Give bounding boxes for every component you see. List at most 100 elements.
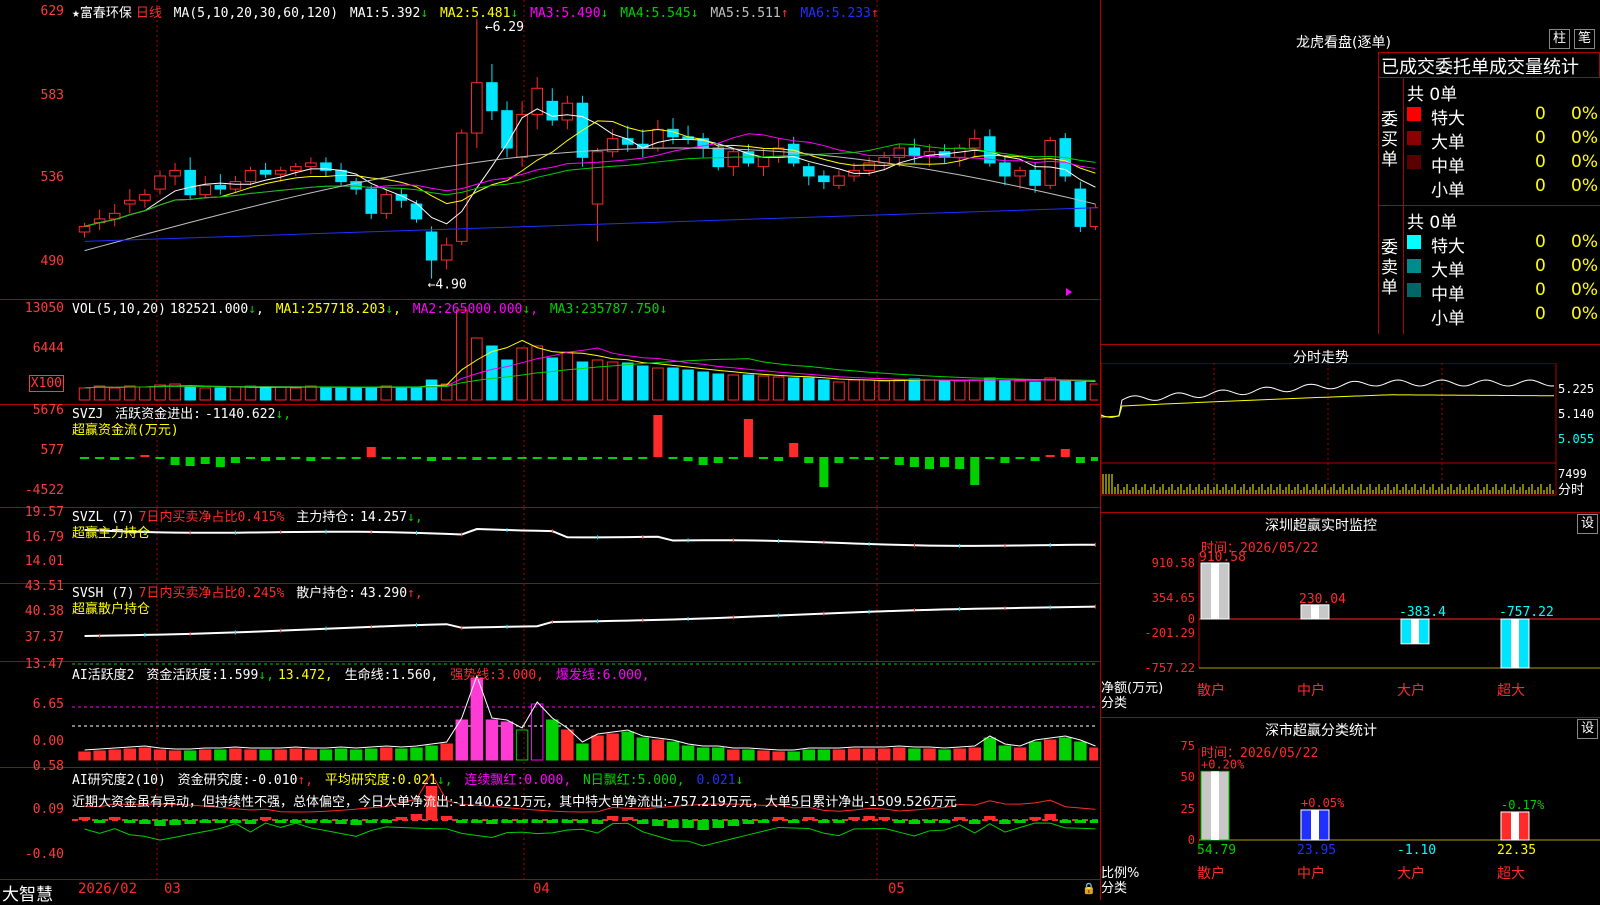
candle-body-8 (199, 184, 212, 196)
vol-bar-25 (455, 309, 468, 401)
svzj-panel[interactable]: 5676 577 -4522 SVZJ 活跃资金进出: -1140.622↓, 超赢资… (0, 403, 1100, 508)
vol-bar-18 (350, 387, 362, 401)
ai2-bar-2 (108, 817, 121, 820)
ai2-bar-1 (93, 820, 106, 823)
ai1-bar-26 (470, 677, 484, 761)
kline-chart[interactable]: ←6.29 ←4.90 (72, 0, 1102, 299)
kline-panel[interactable]: 629 583 536 490 ←6.29 ←4.90 ★富春环保 日线 MA(5,10,… (0, 0, 1102, 300)
candle-body-26 (471, 82, 483, 134)
svzj-bar-20 (381, 457, 391, 459)
candle-body-34 (591, 151, 604, 205)
ss-stat-panel[interactable]: 深市超赢分类统计 设 时间：2026/05/22 75 50 25 0 +0.20% 54… (1101, 718, 1600, 900)
svzj-bar-3 (125, 457, 135, 459)
buy-row-1: 大单 0 0% (1407, 128, 1598, 153)
ma-label: MA(5,10,20,30,60,120) (173, 6, 339, 21)
sz-cat-label-1: 中户 (1297, 682, 1325, 699)
ai1-bar-8 (199, 749, 212, 761)
svzj-bar-2 (110, 457, 120, 460)
ss-stat-chart[interactable]: 75 50 25 0 +0.20% 54.79 散户 +0.05% 23.95 中户 -1.10 大户… (1101, 718, 1600, 900)
vol-bar-53 (878, 380, 891, 401)
ai-activity-panel[interactable]: 13.47 6.65 0.00 AI活跃度2 资金活跃度:1.599↓, 13.472… (0, 657, 1102, 768)
sell-row-value-3: 0 (1535, 304, 1546, 324)
ai1-bar-5 (153, 749, 167, 761)
sell-row-pct-0: 0% (1571, 232, 1598, 252)
vol-bar-54 (893, 379, 906, 401)
ai1-bar-58 (953, 748, 966, 761)
ma6-value: MA6:5.233↑ (800, 6, 879, 21)
period-label[interactable]: 日线 (136, 6, 162, 21)
lock-icon[interactable]: 🔒 (1082, 882, 1096, 895)
vol-bar-56 (923, 379, 936, 401)
stock-name[interactable]: ★富春环保 (72, 6, 132, 21)
ai-research-panel[interactable]: 0.58 0.09 -0.40 AI研究度2(10) 资金研究度:-0.010↑, … (0, 759, 1102, 880)
ai1-bar-2 (108, 749, 121, 761)
ai1-bar-42 (712, 747, 725, 761)
buy-row-value-0: 0 (1535, 104, 1546, 124)
ai2-bar-58 (953, 817, 966, 820)
x-label-3: 05 (888, 881, 905, 897)
ma5-value: MA5:5.511↑ (710, 6, 789, 21)
ai1-bar-6 (168, 750, 182, 761)
candle-body-4 (139, 194, 151, 201)
sell-swatch-3 (1407, 307, 1421, 321)
ai2-bar-56 (923, 820, 936, 823)
ai1-bar-32 (561, 729, 574, 761)
svsh-panel[interactable]: 43.51 40.38 37.37 SVSH (7) 7日内买卖净占比0.245% 散… (0, 579, 1100, 662)
intraday-chart[interactable]: 5.225 5.140 5.055 7499 分时 (1101, 363, 1600, 513)
svzj-bar-63 (1030, 457, 1040, 461)
ai1-bar-61 (998, 745, 1012, 761)
candle-body-32 (561, 102, 574, 121)
intraday-tick-0: 5.225 (1558, 382, 1594, 396)
ai2-bar-37 (637, 820, 649, 824)
vol-bar-36 (621, 362, 634, 401)
ai2-bar-29 (516, 820, 528, 823)
sell-row-value-2: 0 (1535, 280, 1546, 300)
ai2-bar-27 (486, 820, 498, 824)
intraday-panel[interactable]: 分时走势 5.225 5.140 5.055 7499 分时 (1101, 345, 1600, 513)
volume-panel[interactable]: 13050 6444 X100 VOL(5,10,20) 182521.000↓, M… (0, 300, 1102, 405)
kline-header: ★富春环保 日线 MA(5,10,20,30,60,120) MA1:5.392↓… (72, 2, 883, 21)
sell-row-pct-1: 0% (1571, 256, 1598, 276)
ai1-bar-14 (289, 748, 303, 761)
svzj-bar-39 (668, 457, 678, 459)
vol-bar-44 (742, 374, 755, 401)
vol-bar-13 (274, 386, 287, 401)
vol-bar-51 (848, 379, 860, 401)
svzj-bar-23 (427, 457, 437, 461)
ai2-bar-62 (1014, 820, 1026, 823)
x-label-0: 2026/02 (78, 881, 138, 897)
buy-row-value-2: 0 (1535, 152, 1546, 172)
svzj-title: 超赢资金流(万元) (72, 423, 179, 438)
candle-body-24 (440, 244, 453, 261)
svzj-bar-0 (80, 457, 90, 459)
ai2-bar-66 (1074, 820, 1087, 823)
ai1-bar-33 (576, 743, 589, 761)
ai2-bar-5 (154, 820, 166, 826)
svzj-bar-14 (291, 457, 301, 459)
sz-monitor-chart[interactable]: 910.58 354.65 0-201.29 -757.22 910.58 散户 230.0… (1101, 513, 1600, 718)
vol-bar-65 (1059, 380, 1072, 401)
svzj-bar-6 (170, 457, 180, 465)
ai1-bar-38 (651, 739, 665, 761)
svzj-bar-24 (442, 457, 452, 460)
tick-mode-button[interactable]: 笔 (1574, 29, 1596, 49)
vol-ma3: MA3:235787.750↓ (549, 302, 668, 317)
sz-ylabel: 净额(万元) 分类 (1101, 681, 1163, 711)
svzj-bar-62 (1015, 457, 1025, 459)
vol-tick-0: 13050 (24, 301, 64, 316)
bar-mode-button[interactable]: 柱 (1549, 29, 1571, 49)
svzl-panel[interactable]: 19.57 16.79 14.01 SVZL (7) 7日内买卖净占比0.415% 主… (0, 505, 1100, 584)
ai1-tick-2: 0.00 (32, 734, 64, 749)
ai1-bar-64 (1043, 739, 1057, 761)
x-label-1: 03 (164, 881, 181, 897)
vol-bar-40 (682, 369, 694, 401)
vol-bar-58 (953, 380, 966, 401)
ai2-bar-14 (290, 820, 302, 823)
candle-body-43 (727, 151, 740, 168)
ai2-value5: 0.021↓ (696, 773, 744, 788)
ss-cat-label-2: 大户 (1397, 865, 1425, 882)
sz-monitor-panel[interactable]: 深圳超赢实时监控 设 时间：2026/05/22 910.58 354.65 0 -2… (1101, 513, 1600, 718)
ai1-bar-11 (244, 749, 257, 761)
ma4-value: MA4:5.545↓ (620, 6, 699, 21)
candle-body-31 (546, 100, 559, 121)
